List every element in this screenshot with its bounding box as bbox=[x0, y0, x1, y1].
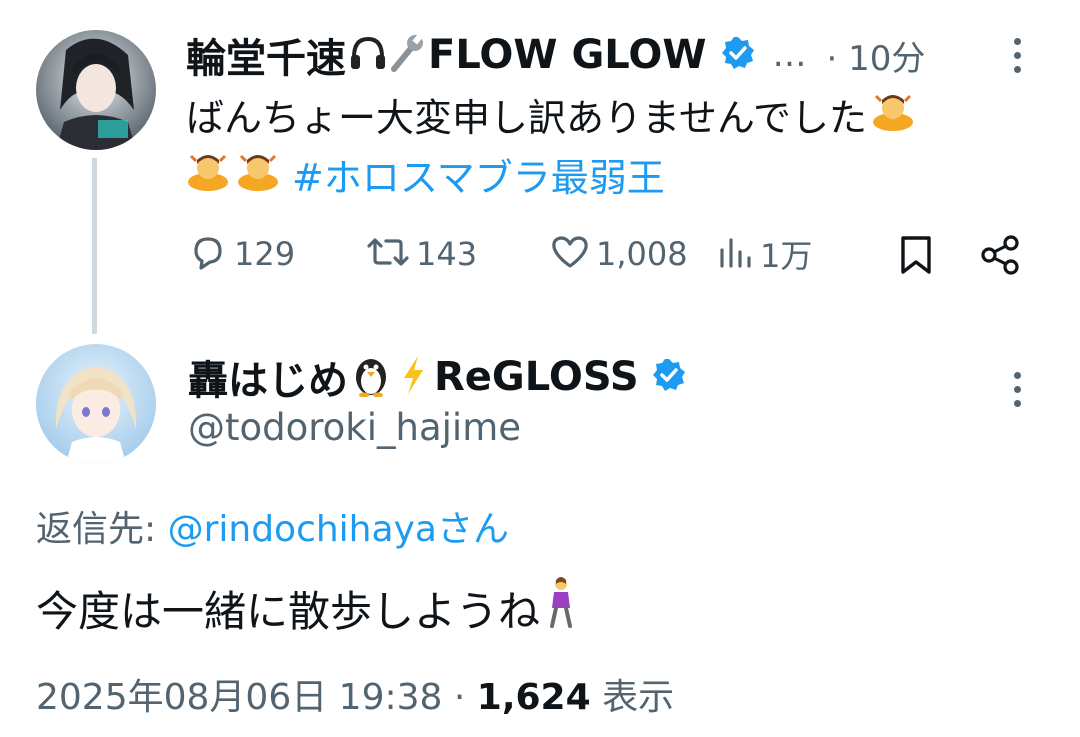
bookmark-icon[interactable] bbox=[898, 234, 934, 280]
parent-time[interactable]: · 10分 bbox=[826, 31, 925, 80]
reply-to-user: @rindochihaya bbox=[167, 509, 437, 550]
reply-display-name[interactable]: 轟はじめ bbox=[188, 348, 348, 406]
reply-handle[interactable]: @todoroki_hajime bbox=[188, 406, 521, 449]
share-icon[interactable] bbox=[978, 234, 1022, 280]
reply-count: 129 bbox=[234, 235, 296, 273]
reply-org[interactable]: ReGLOSS bbox=[434, 354, 639, 400]
parent-tweet-text-line2: #ホロスマブラ最弱王 bbox=[186, 148, 665, 201]
bowing-person-emoji bbox=[186, 148, 230, 201]
reply-tweet-text: 今度は一緒に散歩しようね bbox=[36, 586, 541, 636]
reply-icon bbox=[188, 232, 228, 276]
reply-button[interactable]: 129 bbox=[188, 230, 295, 278]
reply-to-line: 返信先: @rindochihayaさん bbox=[36, 500, 509, 552]
parent-tweet-header: 輪堂千速 FLOW GLOW … · 10分 bbox=[186, 30, 925, 82]
verified-badge-icon bbox=[651, 357, 687, 397]
reply-to-label: 返信先: bbox=[36, 509, 168, 550]
views-count: 1万 bbox=[760, 237, 813, 275]
views-icon bbox=[718, 232, 754, 276]
avatar-rindo[interactable] bbox=[36, 30, 156, 150]
parent-tweet-text-line1: ばんちょー大変申し訳ありませんでした bbox=[186, 88, 915, 141]
verified-badge-icon bbox=[720, 35, 756, 75]
more-icon[interactable] bbox=[1014, 372, 1021, 407]
more-icon[interactable] bbox=[1014, 38, 1021, 73]
reply-views-count: 1,624 bbox=[476, 677, 591, 718]
walking-woman-emoji bbox=[544, 576, 578, 640]
views-button[interactable]: 1万 bbox=[718, 230, 812, 278]
like-count: 1,008 bbox=[596, 235, 688, 273]
parent-tweet-text: ばんちょー大変申し訳ありませんでした bbox=[186, 95, 867, 140]
reply-meta-line: 2025年08月06日 19:38 · 1,624 表示 bbox=[36, 668, 674, 720]
bowing-person-emoji bbox=[871, 88, 915, 141]
penguin-emoji bbox=[350, 353, 392, 401]
like-button[interactable]: 1,008 bbox=[550, 230, 688, 278]
repost-count: 143 bbox=[416, 235, 478, 273]
parent-org[interactable]: FLOW GLOW bbox=[428, 32, 706, 78]
avatar-rindo-image bbox=[36, 30, 156, 150]
parent-display-name[interactable]: 輪堂千速 bbox=[186, 26, 346, 84]
bowing-person-emoji bbox=[236, 148, 280, 201]
parent-name-ellipsis: … bbox=[772, 35, 807, 75]
parent-action-bar: 129 143 1,008 1万 bbox=[188, 230, 1028, 278]
reply-to-user-link[interactable]: @rindochihayaさん bbox=[168, 509, 509, 550]
thread-line bbox=[92, 158, 97, 334]
reply-views-label: 表示 bbox=[590, 677, 675, 718]
hashtag-link[interactable]: #ホロスマブラ最弱王 bbox=[292, 147, 665, 202]
reply-to-suffix: さん bbox=[436, 509, 509, 550]
like-icon bbox=[550, 232, 590, 276]
lightning-emoji bbox=[398, 354, 428, 400]
wrench-emoji bbox=[388, 32, 426, 77]
reply-tweet-text-line: 今度は一緒に散歩しようね bbox=[36, 577, 578, 636]
reply-date[interactable]: 2025年08月06日 19:38 · bbox=[36, 677, 477, 718]
reply-tweet-header: 轟はじめ ReGLOSS bbox=[188, 352, 687, 404]
avatar-todoroki-image bbox=[36, 344, 156, 464]
repost-icon bbox=[366, 232, 410, 276]
headphones-emoji bbox=[348, 33, 388, 77]
repost-button[interactable]: 143 bbox=[366, 230, 477, 278]
avatar-todoroki[interactable] bbox=[36, 344, 156, 464]
